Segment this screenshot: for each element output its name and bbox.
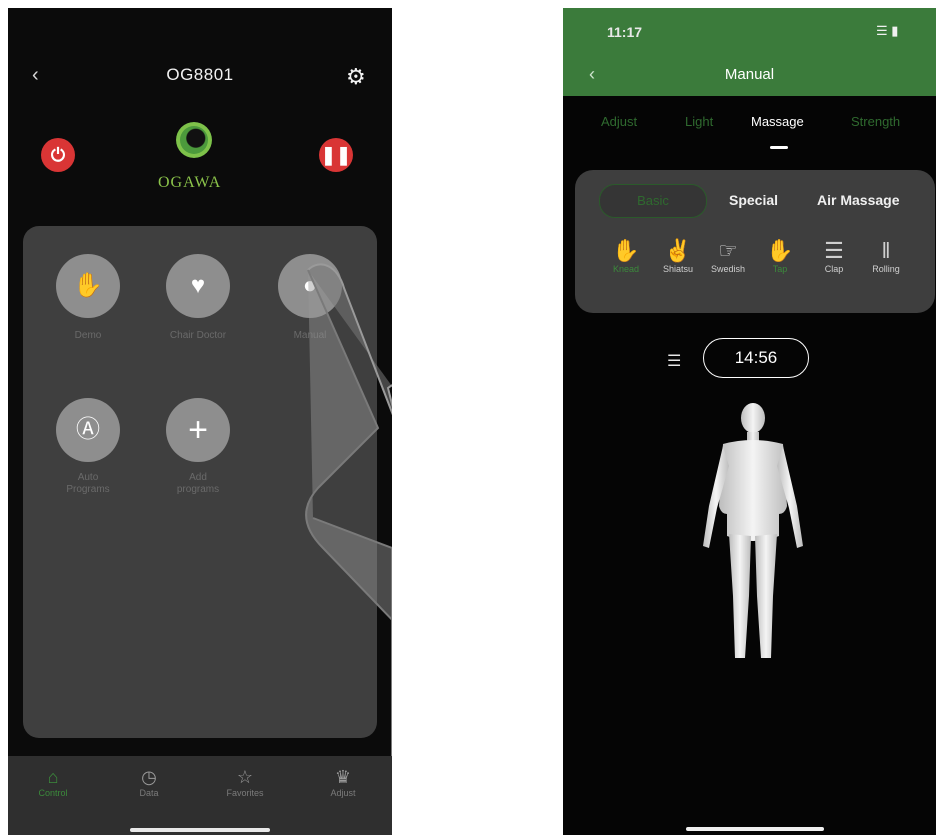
tab-adjust[interactable]: ♛ Adjust [308, 766, 378, 798]
technique-shiatsu[interactable]: ✌ Shiatsu [653, 238, 703, 274]
technique-knead[interactable]: ✋ Knead [601, 238, 651, 274]
tab-favorites[interactable]: ☆ Favorites [210, 766, 280, 798]
tab-label-data: Data [139, 788, 159, 798]
swedish-icon: ☞ [718, 238, 738, 263]
star-icon: ☆ [236, 767, 254, 787]
technique-clap[interactable]: ☰ Clap [809, 238, 859, 274]
tab-data[interactable]: ◷ Data [114, 766, 184, 798]
technique-label: Tap [772, 264, 788, 274]
wifi-battery-icon: ☰ ▮ [876, 23, 899, 38]
shiatsu-icon: ✌ [664, 238, 692, 263]
technique-label: Shiatsu [662, 264, 694, 274]
technique-label: Knead [612, 264, 640, 274]
technique-label: Rolling [872, 264, 900, 274]
tab-control[interactable]: ⌂ Control [18, 766, 88, 798]
tab-strength[interactable]: Strength [851, 114, 900, 129]
segment-special[interactable]: Special [729, 192, 778, 208]
status-time: 11:17 [607, 24, 643, 40]
tap-gesture-hand [305, 263, 392, 835]
home-indicator [130, 828, 270, 832]
rolling-icon: ‖ [881, 238, 891, 263]
tab-light[interactable]: Light [685, 114, 713, 129]
sliders-icon[interactable]: ☰ [667, 351, 681, 371]
tap-icon: ✋ [766, 238, 794, 263]
technique-label: Swedish [710, 264, 746, 274]
tab-massage[interactable]: Massage [751, 114, 804, 129]
left-phone-screen: ‹ OG8801 ⚙ ⏻ ❚❚ OGAWA ✋ Demo ♥ Chair Doc… [8, 8, 392, 835]
segment-basic[interactable]: Basic [599, 184, 707, 218]
tab-label-favorites: Favorites [226, 788, 264, 798]
tab-adjust[interactable]: Adjust [601, 114, 637, 129]
home-icon: ⌂ [47, 767, 59, 787]
knead-icon: ✋ [612, 238, 640, 263]
timer-display: 14:56 [703, 338, 809, 378]
segment-air-massage[interactable]: Air Massage [817, 192, 899, 208]
tab-label-control: Control [38, 788, 68, 798]
tab-label-adjust: Adjust [330, 788, 356, 798]
technique-label: Clap [824, 264, 844, 274]
home-indicator [686, 827, 824, 831]
chair-icon: ♛ [334, 767, 352, 787]
technique-tap[interactable]: ✋ Tap [755, 238, 805, 274]
active-tab-indicator [770, 146, 788, 149]
page-title: Manual [724, 66, 775, 83]
technique-rolling[interactable]: ‖ Rolling [861, 238, 911, 274]
body-figure [703, 403, 803, 658]
technique-swedish[interactable]: ☞ Swedish [703, 238, 753, 274]
clap-icon: ☰ [824, 238, 844, 263]
chart-icon: ◷ [141, 767, 157, 787]
right-phone-screen: 11:17 ☰ ▮ ‹ Manual Adjust Light Massage … [563, 8, 936, 835]
